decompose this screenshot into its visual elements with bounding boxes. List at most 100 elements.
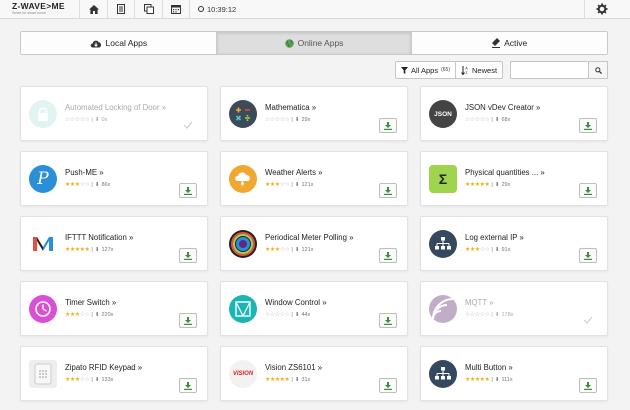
keypad-icon	[29, 360, 57, 388]
download-count: 127x	[101, 246, 114, 253]
install-button[interactable]	[379, 183, 397, 198]
sort-button[interactable]: AZ Newest	[456, 62, 502, 78]
app-title[interactable]: Weather Alerts »	[265, 168, 323, 177]
download-icon	[184, 381, 192, 390]
app-card-window-control[interactable]: Window Control » ☆☆☆☆☆ | ⬇ 44x	[220, 281, 408, 336]
install-button[interactable]	[579, 378, 597, 393]
download-icon	[584, 251, 592, 260]
app-title[interactable]: Physical quantities ... »	[465, 168, 545, 177]
download-count: 91x	[501, 246, 511, 253]
sort-label: Newest	[472, 65, 498, 75]
app-meta: ★★★☆☆ | ⬇ 91x	[465, 246, 511, 254]
install-button[interactable]	[179, 248, 197, 263]
download-icon	[584, 121, 592, 130]
app-title[interactable]: Zipato RFID Keypad »	[65, 363, 142, 372]
star-rating: ☆☆☆☆☆	[65, 117, 90, 123]
install-button[interactable]	[179, 378, 197, 393]
tab-local-apps[interactable]: Local Apps	[21, 32, 217, 54]
app-meta: ☆☆☆☆☆ | ⬇ 68x	[465, 116, 511, 124]
install-button[interactable]	[579, 118, 597, 133]
app-title[interactable]: Multi Button »	[465, 363, 513, 372]
app-card-ifttt-notification[interactable]: IFTTT Notification » ★★★★★ | ⬇ 127x	[20, 216, 208, 271]
star-rating: ★★★★★	[465, 182, 490, 188]
all-apps-filter-button[interactable]: All Apps (65)	[396, 62, 457, 78]
clock-icon	[198, 6, 204, 12]
install-button[interactable]	[179, 183, 197, 198]
app-title[interactable]: Vision ZS6101 »	[265, 363, 322, 372]
app-title[interactable]: Log external IP »	[465, 233, 524, 242]
star-rating: ★★★☆☆	[65, 377, 90, 383]
install-button[interactable]	[379, 313, 397, 328]
search-input[interactable]	[510, 61, 588, 79]
app-meta: ★★★☆☆ | ⬇ 86x	[65, 181, 111, 189]
tab-label: Local Apps	[105, 38, 148, 48]
app-card-weather-alerts[interactable]: Weather Alerts » ★★★☆☆ | ⬇ 121x	[220, 151, 408, 206]
app-card-physical-quantities[interactable]: Σ Physical quantities ... » ★★★★★ | ⬇ 29x	[420, 151, 608, 206]
brand-name: Z-WAVE>ME	[12, 0, 65, 11]
download-icon	[384, 381, 392, 390]
download-count: 68x	[501, 116, 511, 123]
app-title[interactable]: Mathematica »	[265, 103, 316, 112]
app-title[interactable]: MQTT »	[465, 298, 493, 307]
apps-tabs: Local Apps Online Apps Active	[20, 31, 608, 55]
brand-logo[interactable]: Z-WAVE>ME Smart for smart home	[0, 0, 80, 19]
filter-icon	[401, 66, 408, 74]
app-meta: ☆☆☆☆☆ | ⬇ 178x	[465, 311, 514, 319]
app-card-timer-switch[interactable]: Timer Switch » ★★★☆☆ | ⬇ 220x	[20, 281, 208, 336]
app-meta: ★★★☆☆ | ⬇ 121x	[265, 246, 314, 254]
app-card-periodical-meter-polling[interactable]: Periodical Meter Polling » ★★★☆☆ | ⬇ 121x	[220, 216, 408, 271]
search-button[interactable]	[588, 61, 608, 79]
download-icon	[184, 186, 192, 195]
download-icon: ⬇	[294, 116, 300, 123]
copy-icon	[143, 4, 154, 14]
tab-active[interactable]: Active	[412, 32, 607, 54]
app-title[interactable]: IFTTT Notification »	[65, 233, 133, 242]
download-icon: ⬇	[494, 181, 500, 188]
calculator-icon	[229, 100, 257, 128]
download-icon	[184, 316, 192, 325]
app-title[interactable]: Push-ME »	[65, 168, 104, 177]
app-card-json-vdev-creator[interactable]: JSON JSON vDev Creator » ☆☆☆☆☆ | ⬇ 68x	[420, 86, 608, 141]
elements-button[interactable]	[108, 0, 135, 19]
app-card-mqtt[interactable]: MQTT » ☆☆☆☆☆ | ⬇ 178x	[420, 281, 608, 336]
install-button[interactable]	[179, 313, 197, 328]
vision-logo-icon: VISION	[229, 360, 257, 388]
events-button[interactable]	[163, 0, 190, 19]
app-card-log-external-ip[interactable]: Log external IP » ★★★☆☆ | ⬇ 91x	[420, 216, 608, 271]
download-count: 0x	[101, 116, 108, 123]
app-title[interactable]: Periodical Meter Polling »	[265, 233, 353, 242]
app-card-mathematica[interactable]: Mathematica » ☆☆☆☆☆ | ⬇ 29x	[220, 86, 408, 141]
download-count: 29x	[501, 181, 511, 188]
brand-tagline: Smart for smart home	[12, 10, 46, 15]
app-card-zipato-rfid-keypad[interactable]: Zipato RFID Keypad » ★★★☆☆ | ⬇ 133x	[20, 346, 208, 401]
app-meta: ★★★★★ | ⬇ 127x	[65, 246, 114, 254]
globe-icon	[284, 38, 294, 48]
app-title[interactable]: Automated Locking of Door »	[65, 103, 166, 112]
tab-label: Active	[504, 38, 528, 48]
install-button[interactable]	[579, 248, 597, 263]
gear-icon[interactable]	[596, 3, 608, 15]
sort-alpha-icon: AZ	[461, 65, 468, 75]
push-me-icon: P	[29, 165, 57, 193]
install-button[interactable]	[379, 378, 397, 393]
app-title[interactable]: Window Control »	[265, 298, 327, 307]
top-bar: Z-WAVE>ME Smart for smart home 10:39:12	[0, 0, 630, 19]
install-button[interactable]	[579, 183, 597, 198]
app-card-multi-button[interactable]: Multi Button » ★★★★★ | ⬇ 111x	[420, 346, 608, 401]
download-icon: ⬇	[294, 311, 300, 318]
app-title[interactable]: Timer Switch »	[65, 298, 116, 307]
install-button[interactable]	[379, 118, 397, 133]
star-rating: ★★★☆☆	[265, 247, 290, 253]
app-card-automated-locking[interactable]: Automated Locking of Door » ☆☆☆☆☆ | ⬇ 0x	[20, 86, 208, 141]
rooms-button[interactable]	[135, 0, 163, 19]
app-title[interactable]: JSON vDev Creator »	[465, 103, 540, 112]
home-button[interactable]	[80, 0, 108, 19]
download-count: 29x	[301, 116, 311, 123]
download-icon: ⬇	[94, 311, 100, 318]
filter-toolbar: All Apps (65) AZ Newest	[395, 61, 504, 79]
tab-online-apps[interactable]: Online Apps	[216, 32, 413, 54]
install-button[interactable]	[379, 248, 397, 263]
app-card-push-me[interactable]: P Push-ME » ★★★☆☆ | ⬇ 86x	[20, 151, 208, 206]
storm-cloud-icon	[229, 165, 257, 193]
app-card-vision-zs6101[interactable]: VISION Vision ZS6101 » ★★★★★ | ⬇ 31x	[220, 346, 408, 401]
